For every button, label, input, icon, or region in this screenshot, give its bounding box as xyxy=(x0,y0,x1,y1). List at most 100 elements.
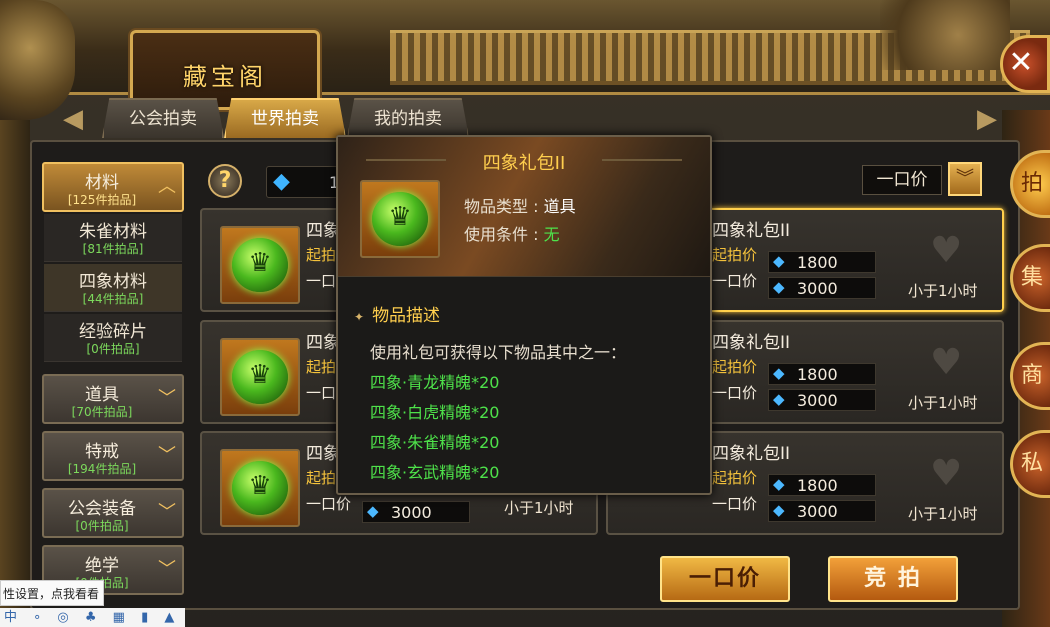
buyout-price-label: 一口价 xyxy=(712,495,758,513)
subcategory-zhuque[interactable]: 朱雀材料 [81件拍品] xyxy=(44,214,182,262)
start-price-value: 1800 xyxy=(797,365,838,384)
tab-prev-arrow-icon[interactable]: ◀ xyxy=(58,102,88,136)
buyout-price-field: ◆ 3000 xyxy=(768,277,876,299)
item-name: 四象礼包II xyxy=(712,333,791,353)
buyout-price-field: ◆ 3000 xyxy=(768,500,876,522)
subcategory-count: [81件拍品] xyxy=(82,242,144,256)
ime-toolbar[interactable]: 中 ∘ ◎ ♣ ▦ ▮ ▲ ⊞ xyxy=(0,608,185,627)
category-name: 道具 xyxy=(85,385,119,405)
start-price-value: 1800 xyxy=(797,476,838,495)
chevron-down-icon: ﹀ xyxy=(158,502,176,523)
use-condition-value: 无 xyxy=(543,225,560,244)
buyout-price-value: 3000 xyxy=(797,502,838,521)
diamond-icon: ◆ xyxy=(773,278,785,296)
start-price-field: ◆ 1800 xyxy=(768,251,876,273)
buyout-price-value: 3000 xyxy=(391,503,432,522)
category-name: 特戒 xyxy=(85,442,119,462)
time-left: 小于1小时 xyxy=(908,282,978,300)
use-condition-label: 使用条件 : xyxy=(464,225,539,244)
diamond-icon: ◆ xyxy=(773,501,785,519)
gift-pack-icon xyxy=(220,226,300,304)
tab-world-auction[interactable]: 世界拍卖 xyxy=(224,98,346,138)
buyout-price-label: 一口价 xyxy=(306,495,352,513)
category-count: [194件拍品] xyxy=(67,462,137,476)
subcategory-count: [44件拍品] xyxy=(82,292,144,306)
subcategory-count: [0件拍品] xyxy=(86,342,140,356)
tab-next-arrow-icon[interactable]: ▶ xyxy=(972,102,1002,136)
category-name: 材料 xyxy=(85,173,119,193)
reward-item: 四象·朱雀精魄*20 xyxy=(370,433,500,452)
category-count: [70件拍品] xyxy=(71,405,133,419)
diamond-icon: ◆ xyxy=(273,169,290,194)
sort-select[interactable]: 一口价 xyxy=(862,165,942,195)
game-window: 藏宝阁 ✕ ◀ 公会拍卖 世界拍卖 我的拍卖 ▶ 材料 [125件拍品] ︿ 朱… xyxy=(0,0,1050,627)
description-header-text: 物品描述 xyxy=(372,306,441,326)
tooltip-title: 四象礼包II xyxy=(482,153,566,174)
subcategory-name: 朱雀材料 xyxy=(79,222,147,242)
start-price-field: ◆ 1800 xyxy=(768,474,876,496)
category-count: [125件拍品] xyxy=(67,193,137,207)
item-type-row: 物品类型 : 道具 xyxy=(464,193,576,217)
chevron-down-icon: ﹀ xyxy=(158,445,176,466)
time-left: 小于1小时 xyxy=(908,394,978,412)
buyout-price-label: 一口价 xyxy=(712,272,758,290)
tooltip-header: 四象礼包II 物品类型 : 道具 使用条件 : 无 xyxy=(338,137,710,277)
sparkle-icon: ✦ xyxy=(354,310,365,324)
category-material[interactable]: 材料 [125件拍品] ︿ xyxy=(42,162,184,212)
time-left: 小于1小时 xyxy=(504,499,574,517)
gift-pack-icon xyxy=(220,338,300,416)
category-special-ring[interactable]: 特戒 [194件拍品] ﹀ xyxy=(42,431,184,481)
buyout-price-value: 3000 xyxy=(797,391,838,410)
tab-guild-auction[interactable]: 公会拍卖 xyxy=(102,98,224,138)
diamond-icon: ◆ xyxy=(773,364,785,382)
reward-item: 四象·白虎精魄*20 xyxy=(370,403,500,422)
gift-pack-icon xyxy=(360,180,440,258)
dragon-ornament-right xyxy=(880,0,1010,70)
start-price-label: 起拍价 xyxy=(712,358,758,376)
chevron-up-icon: ︿ xyxy=(158,176,176,197)
item-tooltip: 四象礼包II 物品类型 : 道具 使用条件 : 无 ✦ 物品描述 使用礼包可获得以… xyxy=(336,135,712,495)
close-button[interactable]: ✕ xyxy=(1000,35,1050,93)
help-button[interactable]: ? xyxy=(208,164,242,198)
start-price-value: 1800 xyxy=(797,253,838,272)
window-title: 藏宝阁 xyxy=(183,63,267,91)
bid-button[interactable]: 竞 拍 xyxy=(828,556,958,602)
chevron-double-down-icon[interactable]: ︾ xyxy=(948,162,982,196)
start-price-label: 起拍价 xyxy=(712,246,758,264)
category-guild-equipment[interactable]: 公会装备 [0件拍品] ﹀ xyxy=(42,488,184,538)
subcategory-name: 经验碎片 xyxy=(79,322,147,342)
diamond-icon: ◆ xyxy=(773,475,785,493)
start-price-field: ◆ 1800 xyxy=(768,363,876,385)
item-name: 四象礼包II xyxy=(712,221,791,241)
subcategory-sixiang[interactable]: 四象材料 [44件拍品] xyxy=(44,264,182,312)
buyout-price-field: ◆ 3000 xyxy=(768,389,876,411)
chevron-down-icon: ﹀ xyxy=(158,388,176,409)
diamond-icon: ◆ xyxy=(773,390,785,408)
buyout-price-value: 3000 xyxy=(797,279,838,298)
buyout-price-field: ◆ 3000 xyxy=(362,501,470,523)
subcategory-name: 四象材料 xyxy=(79,272,147,292)
diamond-icon: ◆ xyxy=(367,502,379,520)
description-text: 使用礼包可获得以下物品其中之一： xyxy=(370,343,627,362)
buyout-price-label: 一口价 xyxy=(712,384,758,402)
category-items[interactable]: 道具 [70件拍品] ﹀ xyxy=(42,374,184,424)
time-left: 小于1小时 xyxy=(908,505,978,523)
favorite-heart-icon[interactable]: ♥ xyxy=(930,342,962,383)
subcategory-exp-fragment[interactable]: 经验碎片 [0件拍品] xyxy=(44,314,182,362)
category-name: 公会装备 xyxy=(68,499,136,519)
category-count: [0件拍品] xyxy=(75,519,129,533)
item-name: 四象礼包II xyxy=(712,444,791,464)
tab-my-auction[interactable]: 我的拍卖 xyxy=(347,98,469,138)
diamond-icon: ◆ xyxy=(773,252,785,270)
chevron-down-icon: ﹀ xyxy=(158,559,176,580)
gift-pack-icon xyxy=(220,449,300,527)
settings-hint-popup[interactable]: 性设置，点我看看 xyxy=(0,580,104,606)
buyout-button[interactable]: 一口价 xyxy=(660,556,790,602)
favorite-heart-icon[interactable]: ♥ xyxy=(930,453,962,494)
item-type-value: 道具 xyxy=(543,197,576,216)
description-header: ✦ 物品描述 xyxy=(354,301,440,326)
pillar-left xyxy=(0,120,30,627)
use-condition-row: 使用条件 : 无 xyxy=(464,221,560,245)
reward-item: 四象·青龙精魄*20 xyxy=(370,373,500,392)
favorite-heart-icon[interactable]: ♥ xyxy=(930,230,962,271)
